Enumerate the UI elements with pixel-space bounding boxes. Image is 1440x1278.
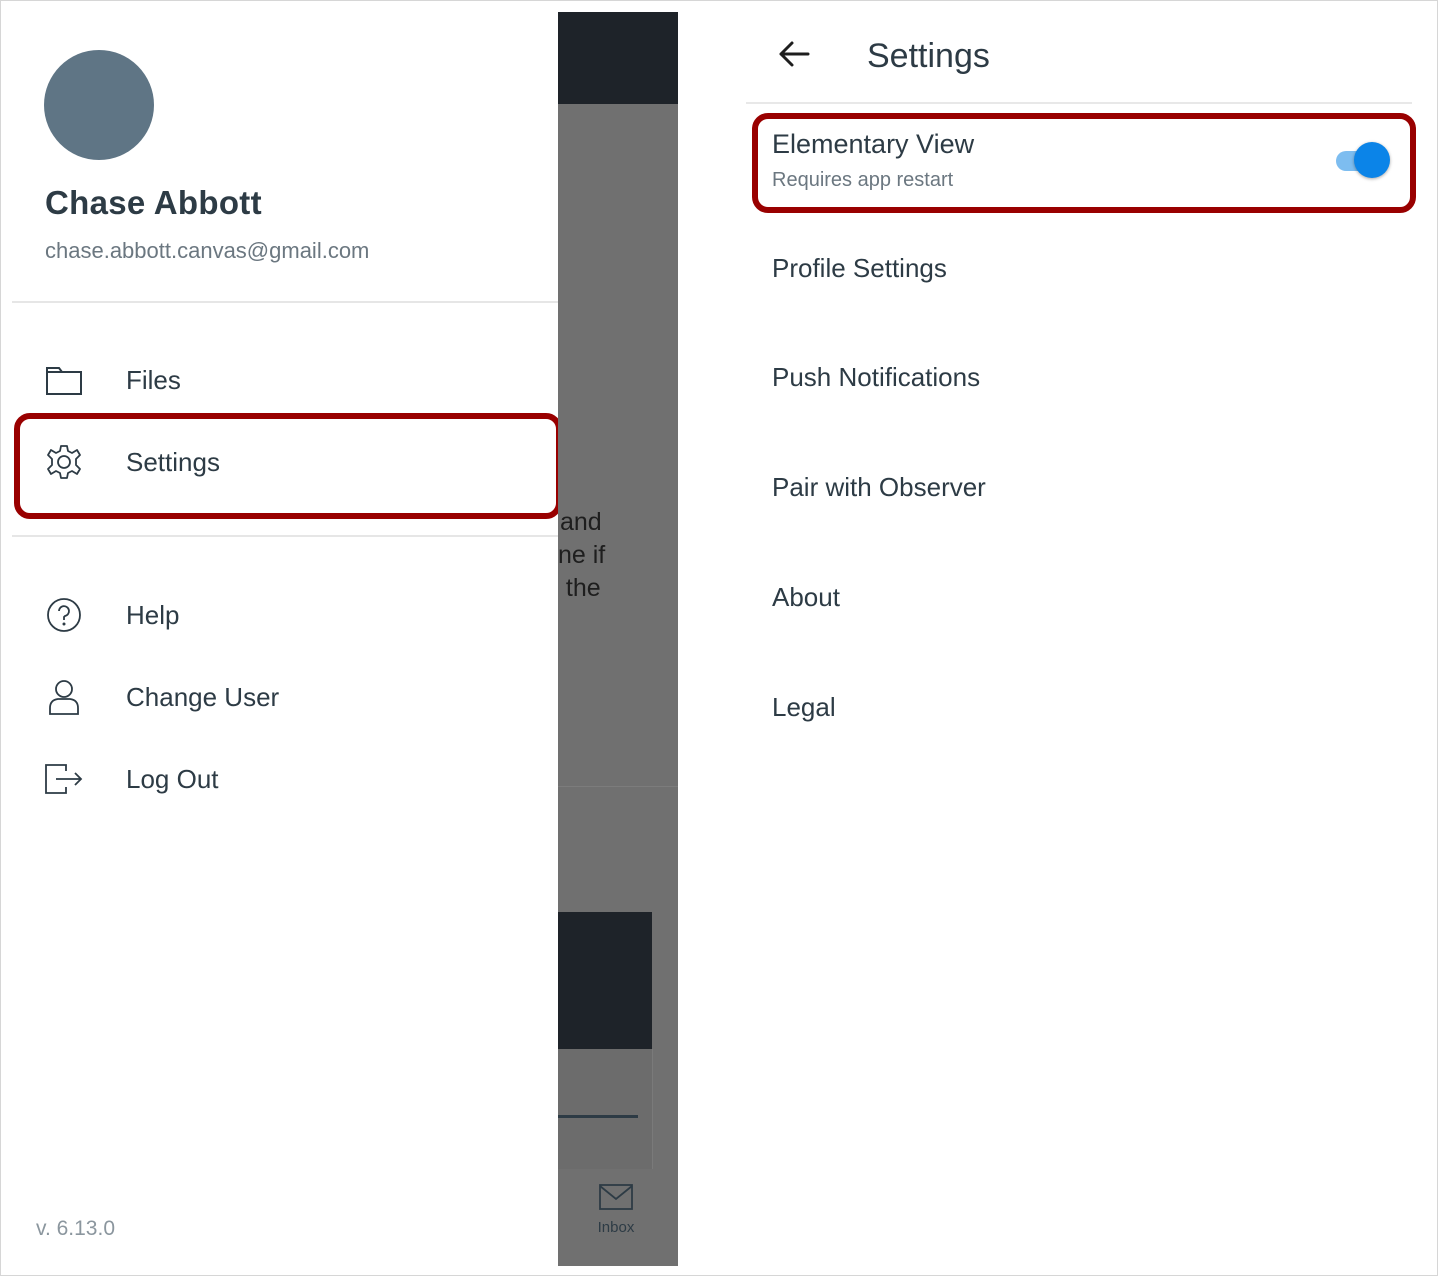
drawer-item-log-out[interactable]: Log Out <box>12 744 558 814</box>
app-version: v. 6.13.0 <box>36 1217 115 1240</box>
drawer-item-help[interactable]: Help <box>12 580 558 650</box>
highlight-box <box>14 413 562 519</box>
highlight-box <box>752 113 1416 213</box>
arrow-left-icon <box>778 40 810 73</box>
background-text: : the <box>558 574 601 602</box>
settings-screen: Settings Elementary View Requires app re… <box>690 12 1426 1266</box>
logout-icon <box>44 759 84 799</box>
drawer-item-label: Log Out <box>126 763 219 794</box>
user-name: Chase Abbott <box>45 184 262 221</box>
drawer-divider <box>12 535 558 537</box>
drawer-divider <box>12 301 558 303</box>
avatar[interactable] <box>44 50 154 160</box>
user-email: chase.abbott.canvas@gmail.com <box>45 238 370 263</box>
inbox-label: Inbox <box>597 1219 635 1236</box>
drawer-item-files[interactable]: Files <box>12 345 558 415</box>
settings-item-about[interactable]: About <box>772 582 840 613</box>
page-title: Settings <box>867 37 990 75</box>
dimmed-background[interactable]: and ne if : the Inbox <box>558 12 678 1266</box>
header-divider <box>746 102 1412 104</box>
background-text: ne if <box>558 541 606 569</box>
background-progress-bar <box>558 1115 638 1118</box>
settings-item-push-notifications[interactable]: Push Notifications <box>772 362 980 393</box>
back-button[interactable] <box>774 36 814 76</box>
drawer-item-label: Help <box>126 599 180 630</box>
background-toolbar <box>558 12 678 104</box>
mail-icon <box>599 1184 633 1214</box>
navigation-drawer: Chase Abbott chase.abbott.canvas@gmail.c… <box>12 12 562 1266</box>
background-card <box>558 912 652 1049</box>
drawer-item-change-user[interactable]: Change User <box>12 662 558 732</box>
settings-item-profile-settings[interactable]: Profile Settings <box>772 253 947 284</box>
background-card-body <box>558 1049 653 1169</box>
settings-item-pair-with-observer[interactable]: Pair with Observer <box>772 472 986 503</box>
background-divider <box>558 786 678 787</box>
background-text: and <box>560 508 602 536</box>
drawer-item-label: Change User <box>126 681 280 712</box>
inbox-tab[interactable]: Inbox <box>586 1184 646 1236</box>
user-icon <box>44 677 84 717</box>
drawer-item-label: Files <box>126 364 181 395</box>
settings-item-legal[interactable]: Legal <box>772 692 836 723</box>
folder-icon <box>44 360 84 400</box>
help-icon <box>44 595 84 635</box>
